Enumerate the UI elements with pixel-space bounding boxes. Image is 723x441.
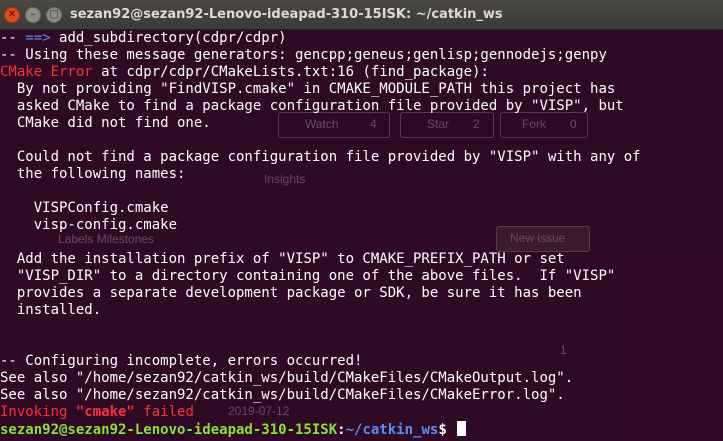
terminal-line: the following names:: [0, 166, 641, 183]
terminal-text-segment: --: [0, 30, 26, 46]
prompt-symbol: $: [438, 422, 456, 438]
terminal-line: By not providing "FindVISP.cmake" in CMA…: [0, 81, 641, 98]
terminal-area[interactable]: Watch 4 Star 2 Fork 0 Insights Labels Mi…: [0, 30, 723, 441]
minimize-window-button[interactable]: –: [25, 7, 41, 23]
terminal-text-segment: provides a separate development package …: [0, 285, 582, 301]
terminal-window: ✕ – □ sezan92@sezan92-Lenovo-ideapad-310…: [0, 0, 723, 441]
terminal-line: CMake Error at cdpr/cdpr/CMakeLists.txt:…: [0, 64, 641, 81]
terminal-line: -- ==> add_subdirectory(cdpr/cdpr): [0, 30, 641, 47]
terminal-line: -- Using these message generators: gencp…: [0, 47, 641, 64]
prompt-user-host: sezan92@sezan92-Lenovo-ideapad-310-15ISK: [0, 422, 338, 438]
terminal-line: Could not find a package configuration f…: [0, 149, 641, 166]
terminal-line: CMake did not find one.: [0, 115, 641, 132]
terminal-text-segment: the following names:: [0, 166, 186, 182]
terminal-line: installed.: [0, 302, 641, 319]
terminal-text-segment: -- Configuring incomplete, errors occurr…: [0, 353, 363, 369]
terminal-text-segment: VISPConfig.cmake: [0, 200, 169, 216]
terminal-line: "VISP_DIR" to a directory containing one…: [0, 268, 641, 285]
shell-prompt-line[interactable]: sezan92@sezan92-Lenovo-ideapad-310-15ISK…: [0, 421, 641, 438]
terminal-text-segment: See also "/home/sezan92/catkin_ws/build/…: [0, 370, 574, 386]
terminal-text-segment: "cmake": [75, 404, 135, 420]
terminal-text-segment: failed: [134, 404, 194, 420]
terminal-text-segment: CMake did not find one.: [0, 115, 211, 131]
terminal-line: provides a separate development package …: [0, 285, 641, 302]
terminal-text-segment: Invoking: [0, 404, 76, 420]
terminal-line: -- Configuring incomplete, errors occurr…: [0, 353, 641, 370]
terminal-output: -- ==> add_subdirectory(cdpr/cdpr) -- Usi…: [0, 30, 641, 438]
terminal-text-segment: Add the installation prefix of "VISP" to…: [0, 251, 565, 267]
terminal-text-segment: asked CMake to find a package configurat…: [0, 98, 624, 114]
maximize-window-button[interactable]: □: [46, 7, 62, 23]
terminal-line: See also "/home/sezan92/catkin_ws/build/…: [0, 370, 641, 387]
terminal-text-segment: CMake Error: [0, 64, 93, 80]
terminal-text-segment: visp-config.cmake: [0, 217, 178, 233]
terminal-line: visp-config.cmake: [0, 217, 641, 234]
prompt-path: ~/catkin_ws: [345, 422, 439, 438]
terminal-text-segment: -- Using these message generators: gencp…: [0, 47, 607, 63]
terminal-text-segment: add_subdirectory(cdpr/cdpr): [50, 30, 287, 46]
terminal-text-segment: "VISP_DIR" to a directory containing one…: [0, 268, 616, 284]
terminal-text-segment: By not providing "FindVISP.cmake" in CMA…: [0, 81, 616, 97]
terminal-text-segment: Could not find a package configuration f…: [0, 149, 641, 165]
terminal-text-segment: ==>: [25, 30, 51, 46]
terminal-text-segment: installed.: [0, 302, 102, 318]
close-window-button[interactable]: ✕: [4, 7, 20, 23]
terminal-line: VISPConfig.cmake: [0, 200, 641, 217]
terminal-line: Add the installation prefix of "VISP" to…: [0, 251, 641, 268]
terminal-text-segment: See also "/home/sezan92/catkin_ws/build/…: [0, 387, 565, 403]
terminal-line: asked CMake to find a package configurat…: [0, 98, 641, 115]
terminal-line: See also "/home/sezan92/catkin_ws/build/…: [0, 387, 641, 404]
terminal-text-segment: at cdpr/cdpr/CMakeLists.txt:16 (find_pac…: [92, 64, 489, 80]
prompt-separator: :: [337, 422, 346, 438]
title-bar[interactable]: ✕ – □ sezan92@sezan92-Lenovo-ideapad-310…: [0, 0, 723, 30]
window-title: sezan92@sezan92-Lenovo-ideapad-310-15ISK…: [70, 7, 503, 22]
terminal-line: Invoking "cmake" failed: [0, 404, 641, 421]
text-cursor: [457, 421, 467, 436]
